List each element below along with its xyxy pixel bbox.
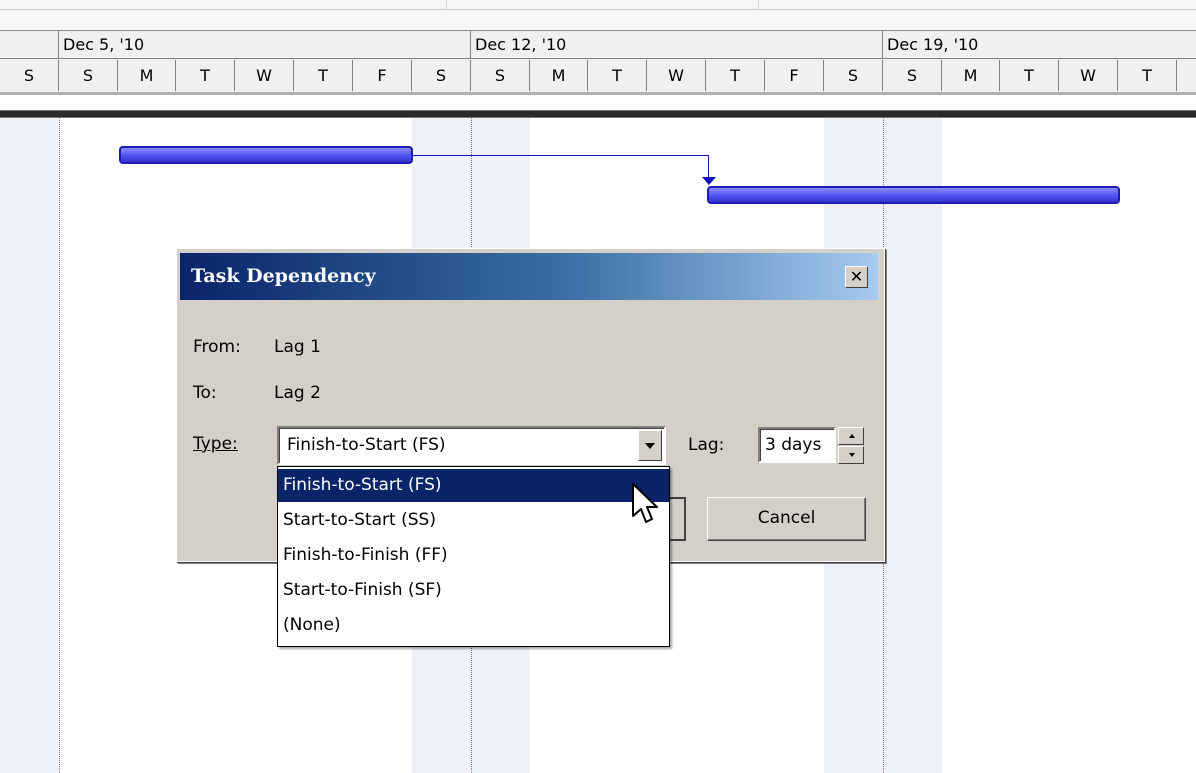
type-option-none[interactable]: (None) [278, 609, 669, 642]
spin-up-icon [849, 434, 855, 438]
close-icon: ✕ [849, 267, 864, 286]
dependency-link-line[interactable] [708, 155, 709, 178]
week-divider-line [59, 118, 60, 773]
lag-spin-down-button[interactable] [838, 446, 864, 464]
top-strip-separator [446, 0, 447, 10]
timescale-day: W [647, 60, 706, 91]
from-label: From: [193, 337, 241, 357]
timescale-day: M [530, 60, 588, 91]
type-option-sf[interactable]: Start-to-Finish (SF) [278, 574, 669, 607]
timescale-week-partial [0, 31, 59, 59]
to-value: Lag 2 [274, 383, 321, 403]
timescale-week: Dec 12, '10 [471, 31, 883, 59]
dependency-arrow-icon [702, 177, 716, 185]
type-dropdown-button[interactable] [638, 430, 662, 461]
timescale-week: Dec 5, '10 [59, 31, 471, 59]
timescale-day: W [1059, 60, 1118, 91]
chevron-down-icon [645, 443, 655, 449]
top-strip-separator [758, 0, 759, 10]
timescale-day: S [412, 60, 471, 91]
type-option-fs[interactable]: Finish-to-Start (FS) [278, 469, 669, 502]
lag-input[interactable]: 3 days [758, 427, 836, 463]
gantt-top-strip [0, 0, 1196, 30]
gantt-split-bar[interactable] [0, 110, 1196, 118]
timescale-day: W [235, 60, 294, 91]
dialog-titlebar[interactable]: Task Dependency ✕ [180, 253, 878, 300]
timescale-header[interactable]: Dec 5, '10 Dec 12, '10 Dec 19, '10 S S M… [0, 30, 1196, 93]
timescale-day: S [0, 60, 59, 91]
nonworking-day-shade [0, 118, 59, 773]
spin-down-icon [849, 453, 855, 457]
arrow-cursor-icon [632, 483, 658, 523]
type-option-ss[interactable]: Start-to-Start (SS) [278, 504, 669, 537]
task-bar-lag-2[interactable] [707, 186, 1120, 204]
timescale-day: S [59, 60, 118, 91]
type-option-ff[interactable]: Finish-to-Finish (FF) [278, 539, 669, 572]
top-strip-line [0, 9, 1196, 10]
timescale-bottom-border [0, 92, 1196, 95]
timescale-day: F [765, 60, 824, 91]
dependency-link-line[interactable] [413, 155, 709, 156]
close-button[interactable]: ✕ [845, 266, 868, 288]
timescale-day: F [353, 60, 412, 91]
from-value: Lag 1 [274, 337, 321, 357]
timescale-day: T [294, 60, 353, 91]
timescale-day: T [588, 60, 647, 91]
timescale-day: S [883, 60, 942, 91]
type-label: Type: [193, 434, 238, 454]
task-bar-lag-1[interactable] [119, 146, 413, 164]
type-label-text: Type: [193, 434, 238, 454]
type-select-value: Finish-to-Start (FS) [287, 435, 446, 455]
dialog-title: Task Dependency [191, 265, 376, 287]
to-label: To: [193, 383, 217, 403]
lag-spin-up-button[interactable] [838, 427, 864, 445]
timescale-day: T [176, 60, 235, 91]
lag-input-value: 3 days [765, 435, 822, 455]
cancel-button[interactable]: Cancel [707, 497, 866, 541]
type-dropdown-list[interactable]: Finish-to-Start (FS) Start-to-Start (SS)… [277, 466, 670, 647]
timescale-day: S [824, 60, 883, 91]
type-select[interactable]: Finish-to-Start (FS) [277, 426, 666, 465]
timescale-day: T [1118, 60, 1177, 91]
lag-label: Lag: [688, 435, 725, 455]
timescale-day: M [118, 60, 176, 91]
timescale-week: Dec 19, '10 [883, 31, 1196, 59]
timescale-day: T [1000, 60, 1059, 91]
timescale-day: S [471, 60, 530, 91]
timescale-day: T [706, 60, 765, 91]
timescale-day: M [942, 60, 1000, 91]
